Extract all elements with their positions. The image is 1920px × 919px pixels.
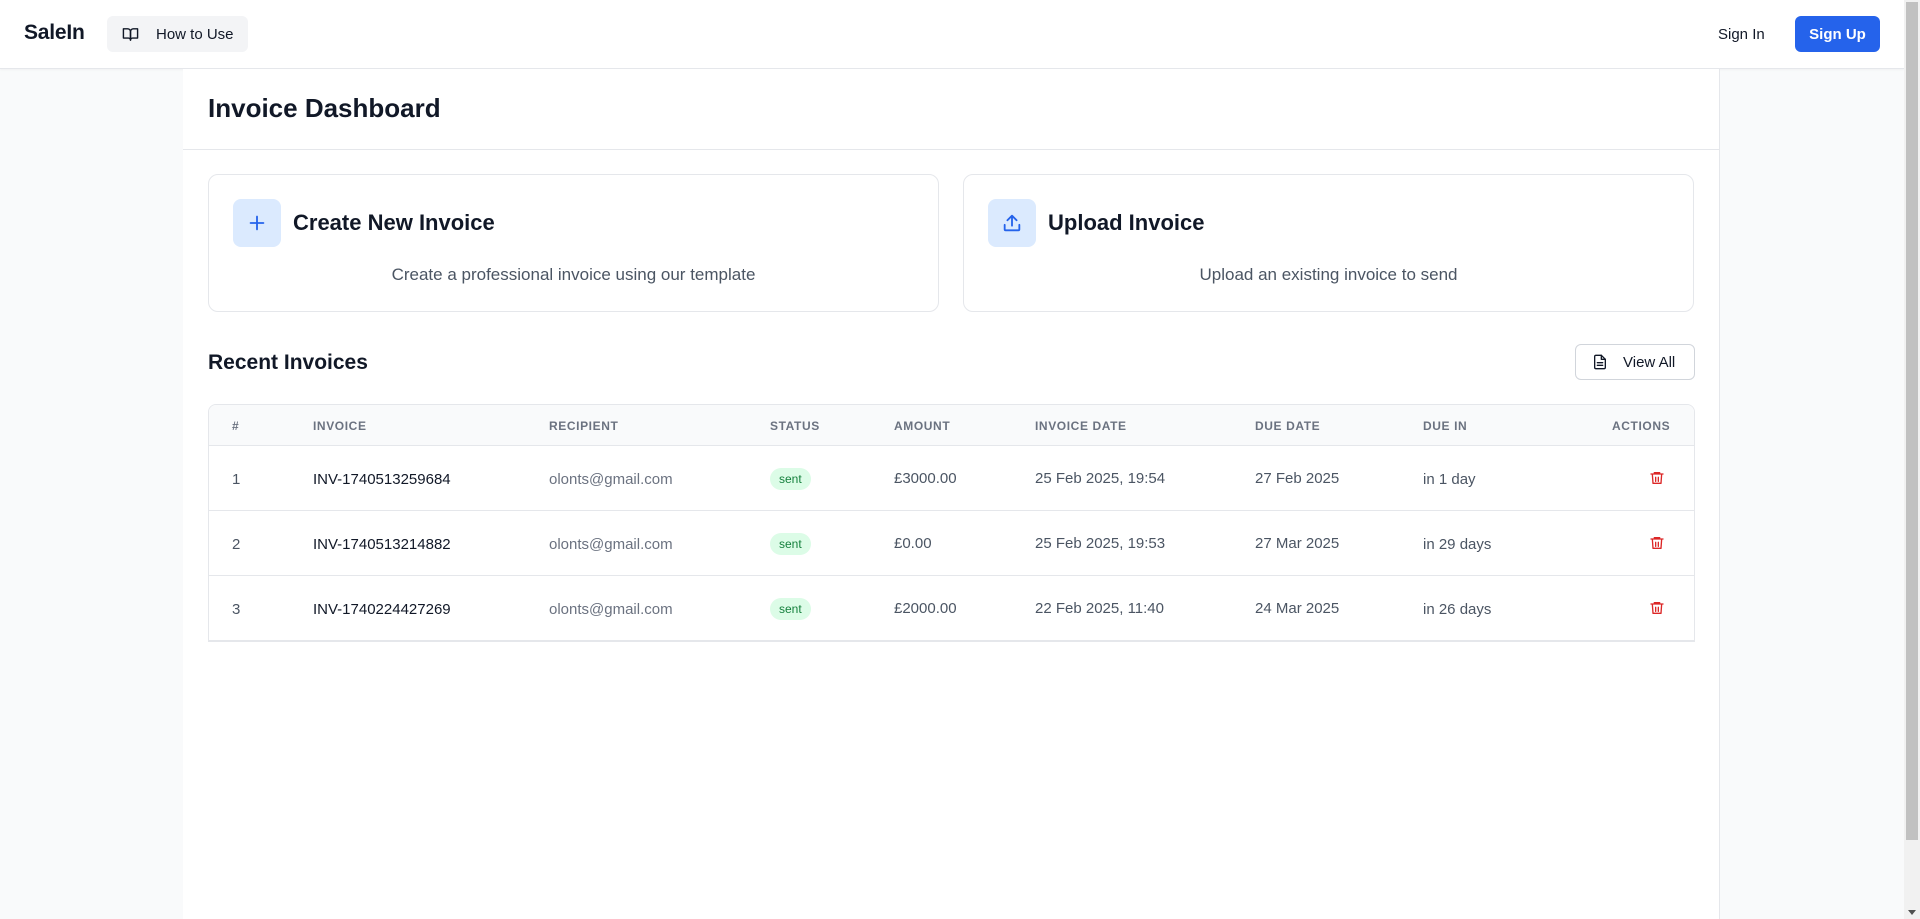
create-invoice-card[interactable]: Create New Invoice Create a professional… xyxy=(208,174,939,312)
invoices-table: # Invoice Recipient Status Amount Invoic… xyxy=(208,404,1695,642)
row-number: 3 xyxy=(232,601,241,618)
upload-invoice-description: Upload an existing invoice to send xyxy=(1199,265,1458,284)
page-scrollbar[interactable] xyxy=(1904,0,1920,919)
view-all-button[interactable]: View All xyxy=(1575,344,1695,380)
upload-invoice-card[interactable]: Upload Invoice Upload an existing invoic… xyxy=(963,174,1694,312)
table-row: 2 INV-1740513214882 olonts@gmail.com sen… xyxy=(209,511,1694,576)
trash-icon xyxy=(1650,472,1664,484)
column-header-actions: Actions xyxy=(1612,419,1671,433)
status-badge: sent xyxy=(770,533,811,555)
delete-button[interactable] xyxy=(1647,598,1667,618)
recipient-email: olonts@gmail.com xyxy=(549,601,673,618)
sign-in-button[interactable]: Sign In xyxy=(1705,16,1778,52)
how-to-use-button[interactable]: How to Use xyxy=(107,16,248,52)
amount: £0.00 xyxy=(894,535,932,552)
sign-up-button[interactable]: Sign Up xyxy=(1795,16,1880,52)
due-in: in 1 day xyxy=(1423,471,1476,488)
main-panel: Invoice Dashboard Create New Invoice Cre… xyxy=(183,69,1720,919)
due-in: in 26 days xyxy=(1423,601,1492,618)
create-invoice-title: Create New Invoice xyxy=(293,210,495,235)
table-header: # Invoice Recipient Status Amount Invoic… xyxy=(209,405,1694,446)
create-invoice-description: Create a professional invoice using our … xyxy=(391,265,756,284)
book-icon xyxy=(122,27,139,41)
delete-button[interactable] xyxy=(1647,468,1667,488)
plus-icon xyxy=(249,215,265,231)
column-header-recipient: Recipient xyxy=(549,419,619,433)
view-all-label: View All xyxy=(1623,353,1676,371)
table-row: 3 INV-1740224427269 olonts@gmail.com sen… xyxy=(209,576,1694,641)
upload-invoice-title: Upload Invoice xyxy=(1048,210,1205,235)
action-cards: Create New Invoice Create a professional… xyxy=(208,174,1694,312)
upload-icon xyxy=(1003,214,1021,232)
column-header-amount: Amount xyxy=(894,419,951,433)
page-header: Invoice Dashboard xyxy=(183,69,1719,150)
column-header-invoice-date: Invoice Date xyxy=(1035,419,1127,433)
delete-button[interactable] xyxy=(1647,533,1667,553)
invoice-date: 25 Feb 2025, 19:54 xyxy=(1035,470,1166,487)
column-header-status: Status xyxy=(770,419,820,433)
invoice-date: 25 Feb 2025, 19:53 xyxy=(1035,535,1166,552)
table-row: 1 INV-1740513259684 olonts@gmail.com sen… xyxy=(209,446,1694,511)
recipient-email: olonts@gmail.com xyxy=(549,471,673,488)
scroll-down-arrow-icon[interactable] xyxy=(1908,910,1916,915)
row-number: 2 xyxy=(232,536,241,553)
invoice-id[interactable]: INV-1740224427269 xyxy=(313,601,451,618)
how-to-use-label: How to Use xyxy=(156,25,234,43)
invoice-id[interactable]: INV-1740513259684 xyxy=(313,471,451,488)
create-invoice-icon-box xyxy=(233,199,281,247)
trash-icon xyxy=(1650,537,1664,549)
amount: £2000.00 xyxy=(894,600,957,617)
brand-logo[interactable]: SaleIn xyxy=(24,21,85,45)
column-header-due-in: Due In xyxy=(1423,419,1468,433)
document-icon xyxy=(1594,354,1606,370)
recipient-email: olonts@gmail.com xyxy=(549,536,673,553)
due-date: 27 Mar 2025 xyxy=(1255,535,1340,552)
row-number: 1 xyxy=(232,471,241,488)
trash-icon xyxy=(1650,602,1664,614)
top-navbar: SaleIn How to Use Sign In Sign Up xyxy=(0,0,1904,69)
invoice-date: 22 Feb 2025, 11:40 xyxy=(1035,600,1164,617)
due-date: 24 Mar 2025 xyxy=(1255,600,1340,617)
recent-invoices-title: Recent Invoices xyxy=(208,351,368,374)
status-badge: sent xyxy=(770,598,811,620)
page-title: Invoice Dashboard xyxy=(208,93,441,123)
invoice-id[interactable]: INV-1740513214882 xyxy=(313,536,451,553)
column-header-invoice: Invoice xyxy=(313,419,367,433)
column-header-due-date: Due Date xyxy=(1255,419,1321,433)
upload-invoice-icon-box xyxy=(988,199,1036,247)
column-header-number: # xyxy=(232,419,240,433)
amount: £3000.00 xyxy=(894,470,957,487)
scrollbar-thumb[interactable] xyxy=(1906,2,1918,840)
due-in: in 29 days xyxy=(1423,536,1492,553)
status-badge: sent xyxy=(770,468,811,490)
due-date: 27 Feb 2025 xyxy=(1255,470,1340,487)
